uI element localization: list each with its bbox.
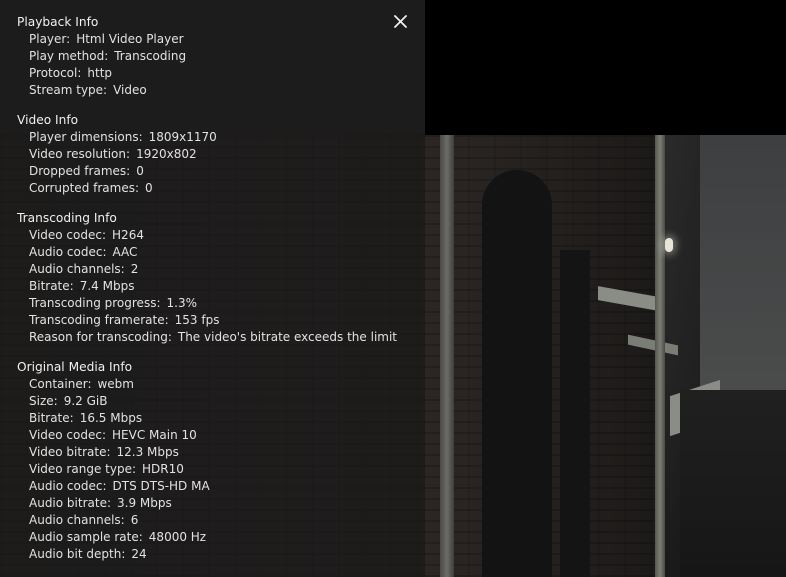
stat-row-audio-channels: Audio channels 2 (17, 261, 417, 278)
stat-row-transcoding-framerate: Transcoding framerate 153 fps (17, 312, 417, 329)
section-title: Playback Info (17, 15, 99, 29)
stat-value: 0 (145, 181, 153, 195)
stat-row-corrupted-frames: Corrupted frames 0 (17, 180, 417, 197)
stat-label: Protocol (29, 66, 81, 80)
stat-value: Transcoding (114, 49, 187, 63)
stats-content: Playback Info Player Html Video Player Pl… (17, 14, 417, 576)
stat-row-stream-type: Stream type Video (17, 82, 417, 99)
stat-value: 2 (130, 262, 139, 276)
stat-value: 7.4 Mbps (79, 279, 135, 293)
stat-row-audio-codec: Audio codec AAC (17, 244, 417, 261)
stat-label: Reason for transcoding (29, 330, 172, 344)
stat-label: Audio channels (29, 262, 125, 276)
stat-label: Size (29, 394, 58, 408)
stat-label: Dropped frames (29, 164, 130, 178)
stat-label: Video range type (29, 462, 136, 476)
stat-label: Play method (29, 49, 108, 63)
stat-label: Audio codec (29, 245, 107, 259)
stat-row-audio-bitrate: Audio bitrate 3.9 Mbps (17, 495, 417, 512)
stat-value: 24 (131, 547, 147, 561)
stat-row-container: Container webm (17, 376, 417, 393)
stat-label: Player dimensions (29, 130, 143, 144)
stat-value: 1.3% (166, 296, 198, 310)
section-title: Original Media Info (17, 360, 133, 374)
stat-label: Audio channels (29, 513, 125, 527)
playback-info-panel: Playback Info Player Html Video Player Pl… (0, 0, 425, 577)
stat-value: 1920x802 (136, 147, 197, 161)
section-video-info: Video Info Player dimensions 1809x1170 Vi… (17, 112, 417, 197)
section-title: Transcoding Info (17, 211, 117, 225)
stat-value: 1809x1170 (148, 130, 217, 144)
stat-label: Container (29, 377, 91, 391)
stat-label: Video bitrate (29, 445, 111, 459)
stat-value: DTS DTS-HD MA (112, 479, 210, 493)
stat-value: 9.2 GiB (63, 394, 108, 408)
stat-row-audio-sample-rate: Audio sample rate 48000 Hz (17, 529, 417, 546)
stat-label: Video codec (29, 228, 106, 242)
stat-value: webm (97, 377, 134, 391)
stat-value: The video's bitrate exceeds the limit (177, 330, 398, 344)
section-original-media-info: Original Media Info Container webm Size 9.… (17, 359, 417, 563)
stat-value: Video (113, 83, 147, 97)
stat-label: Audio bit depth (29, 547, 125, 561)
stat-value: HDR10 (142, 462, 184, 476)
stat-value: 6 (130, 513, 139, 527)
section-title: Video Info (17, 113, 79, 127)
stat-row-bitrate: Bitrate 16.5 Mbps (17, 410, 417, 427)
stat-value: 0 (136, 164, 144, 178)
scene-archway (482, 170, 552, 577)
stat-row-transcoding-progress: Transcoding progress 1.3% (17, 295, 417, 312)
stat-label: Player (29, 32, 70, 46)
scene-lamp (665, 238, 673, 252)
stat-label: Corrupted frames (29, 181, 139, 195)
scene-house (680, 390, 786, 577)
stat-label: Bitrate (29, 279, 74, 293)
stat-row-video-codec: Video codec H264 (17, 227, 417, 244)
stat-row-audio-codec: Audio codec DTS DTS-HD MA (17, 478, 417, 495)
scene-pole (655, 135, 665, 577)
stat-row-bitrate: Bitrate 7.4 Mbps (17, 278, 417, 295)
stat-value: HEVC Main 10 (112, 428, 197, 442)
scene-pillar (440, 135, 454, 577)
stat-row-player: Player Html Video Player (17, 31, 417, 48)
stat-label: Video resolution (29, 147, 130, 161)
scene-sky (700, 135, 786, 405)
stat-value: 153 fps (174, 313, 220, 327)
stat-label: Audio sample rate (29, 530, 143, 544)
scene-doorway (560, 250, 590, 577)
stat-value: 3.9 Mbps (117, 496, 172, 510)
stat-value: http (87, 66, 113, 80)
stat-label: Transcoding progress (29, 296, 161, 310)
stat-row-video-resolution: Video resolution 1920x802 (17, 146, 417, 163)
stat-label: Transcoding framerate (29, 313, 169, 327)
stat-row-play-method: Play method Transcoding (17, 48, 417, 65)
stat-value: AAC (112, 245, 138, 259)
stat-label: Bitrate (29, 411, 74, 425)
section-playback-info: Playback Info Player Html Video Player Pl… (17, 14, 417, 99)
stat-label: Video codec (29, 428, 106, 442)
stat-value: 16.5 Mbps (79, 411, 143, 425)
stat-row-player-dimensions: Player dimensions 1809x1170 (17, 129, 417, 146)
stat-label: Audio codec (29, 479, 107, 493)
stat-value: H264 (112, 228, 144, 242)
stat-row-video-codec: Video codec HEVC Main 10 (17, 427, 417, 444)
stat-value: Html Video Player (76, 32, 184, 46)
stat-row-audio-channels: Audio channels 6 (17, 512, 417, 529)
stat-row-reason-for-transcoding: Reason for transcoding The video's bitrat… (17, 329, 417, 346)
stat-row-protocol: Protocol http (17, 65, 417, 82)
stat-label: Audio bitrate (29, 496, 111, 510)
stat-value: 12.3 Mbps (116, 445, 179, 459)
stat-row-audio-bit-depth: Audio bit depth 24 (17, 546, 417, 563)
stat-value: 48000 Hz (148, 530, 207, 544)
stat-row-video-range-type: Video range type HDR10 (17, 461, 417, 478)
section-transcoding-info: Transcoding Info Video codec H264 Audio c… (17, 210, 417, 346)
stat-row-video-bitrate: Video bitrate 12.3 Mbps (17, 444, 417, 461)
stat-row-dropped-frames: Dropped frames 0 (17, 163, 417, 180)
stat-label: Stream type (29, 83, 107, 97)
stat-row-size: Size 9.2 GiB (17, 393, 417, 410)
